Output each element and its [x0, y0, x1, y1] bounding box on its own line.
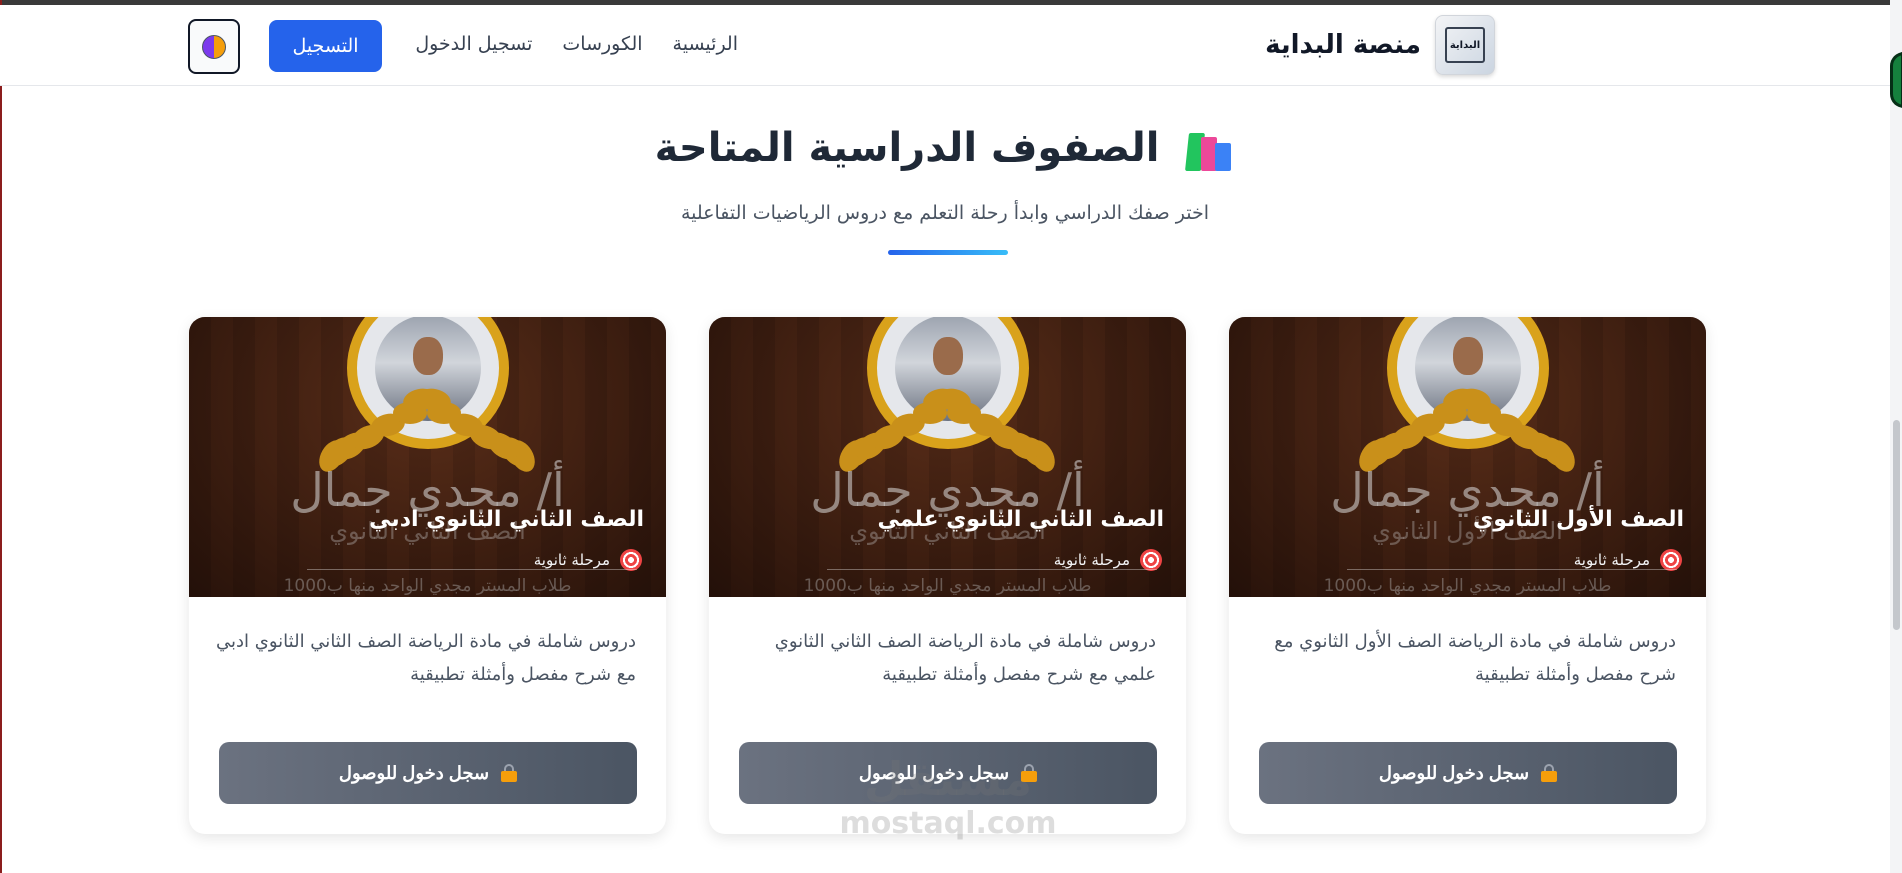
card-title: الصف الثاني الثانوي ادبي — [369, 507, 644, 532]
section-title: الصفوف الدراسية المتاحة — [0, 125, 1890, 171]
brand-logo: البداية — [1435, 15, 1495, 75]
stage-row: مرحلة ثانوية — [1054, 549, 1162, 571]
title-underline — [888, 250, 1008, 255]
floating-side-widget[interactable] — [1890, 52, 1902, 108]
card-description: دروس شاملة في مادة الرياضة الصف الأول ال… — [1274, 631, 1676, 685]
theme-toggle-icon — [202, 34, 226, 59]
nav-link-home[interactable]: الرئيسية — [673, 33, 738, 55]
brand-name: منصة البداية — [1265, 30, 1421, 60]
stage-divider — [307, 569, 637, 570]
target-icon — [620, 549, 642, 571]
navbar: البداية منصة البداية الرئيسية الكورسات ت… — [0, 5, 1890, 86]
grade-card-3[interactable]: أ/ مجدي جمال الصف الثاني الثانوي طلاب ال… — [189, 317, 666, 834]
target-icon — [1660, 549, 1682, 571]
site-watermark-arabic: مستقل — [863, 752, 1033, 806]
lock-icon — [1541, 764, 1558, 782]
card-title: الصف الأول الثانوي — [1473, 507, 1684, 532]
lock-icon — [501, 764, 518, 782]
card-title: الصف الثاني الثانوي علمي — [877, 507, 1165, 532]
stage-row: مرحلة ثانوية — [534, 549, 642, 571]
section-title-text: الصفوف الدراسية المتاحة — [654, 125, 1160, 171]
nav-link-courses[interactable]: الكورسات — [562, 33, 642, 55]
card-banner: أ/ مجدي جمال الصف الثاني الثانوي طلاب ال… — [189, 317, 666, 597]
stage-label: مرحلة ثانوية — [1053, 551, 1130, 569]
books-icon — [1185, 129, 1235, 171]
stage-divider — [1347, 569, 1677, 570]
card-description: دروس شاملة في مادة الرياضة الصف الثاني ا… — [216, 631, 636, 685]
nav-link-login[interactable]: تسجيل الدخول — [415, 33, 532, 55]
login-to-access-button[interactable]: سجل دخول للوصول — [1259, 742, 1677, 804]
button-label: سجل دخول للوصول — [1378, 762, 1530, 783]
register-button[interactable]: التسجيل — [269, 20, 382, 72]
stage-label: مرحلة ثانوية — [1573, 551, 1650, 569]
brand-logo-text: البداية — [1445, 27, 1485, 63]
site-watermark-latin: mostaql.com — [839, 806, 1057, 841]
banner-tagline: طلاب المستر مجدي الواحد منها ب1000 — [1323, 576, 1612, 596]
theme-toggle-button[interactable] — [188, 19, 240, 74]
card-banner: أ/ مجدي جمال الصف الأول الثانوي طلاب الم… — [1229, 317, 1706, 597]
banner-tagline: طلاب المستر مجدي الواحد منها ب1000 — [283, 576, 572, 596]
site-watermark: مستقل mostaql.com — [838, 752, 1058, 841]
stage-row: مرحلة ثانوية — [1574, 549, 1682, 571]
brand[interactable]: البداية منصة البداية — [1265, 15, 1495, 75]
section-subtitle: اختر صفك الدراسي وابدأ رحلة التعلم مع در… — [680, 202, 1210, 224]
stage-divider — [827, 569, 1157, 570]
scrollbar-thumb[interactable] — [1893, 420, 1900, 630]
card-description: دروس شاملة في مادة الرياضة الصف الثاني ا… — [774, 631, 1156, 685]
grade-card-1[interactable]: أ/ مجدي جمال الصف الأول الثانوي طلاب الم… — [1229, 317, 1706, 834]
nav-links: الرئيسية الكورسات تسجيل الدخول — [415, 33, 738, 55]
banner-tagline: طلاب المستر مجدي الواحد منها ب1000 — [803, 576, 1092, 596]
target-icon — [1140, 549, 1162, 571]
login-to-access-button[interactable]: سجل دخول للوصول — [219, 742, 637, 804]
stage-label: مرحلة ثانوية — [533, 551, 610, 569]
button-label: سجل دخول للوصول — [338, 762, 490, 783]
card-banner: أ/ مجدي جمال الصف الثاني الثانوي طلاب ال… — [709, 317, 1186, 597]
